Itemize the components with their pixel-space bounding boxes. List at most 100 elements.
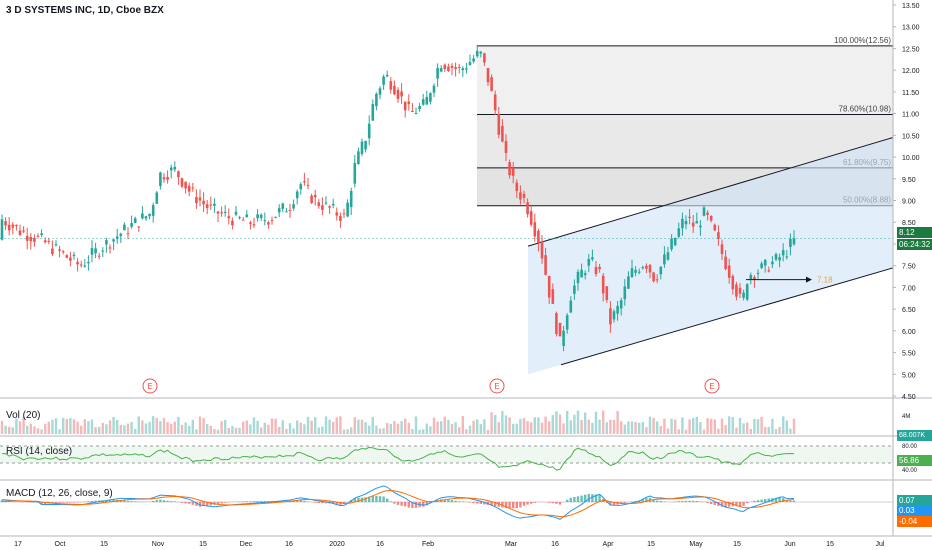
macd-histogram-bar (519, 502, 522, 508)
volume-bar (112, 416, 115, 434)
volume-bar (263, 422, 266, 434)
volume-bar (123, 425, 126, 434)
macd-histogram-bar (162, 500, 166, 502)
candle-body (547, 275, 551, 298)
candle-body (612, 311, 616, 320)
volume-bar (260, 427, 263, 434)
candle-body (479, 51, 483, 54)
macd-histogram-bar (699, 501, 702, 502)
time-tick-label: Dec (240, 541, 253, 548)
candle-body (573, 285, 576, 294)
volume-bar (587, 419, 590, 434)
rsi-axis-label: 80.00 (902, 444, 918, 450)
volume-bar (515, 423, 518, 434)
volume-bar (119, 425, 122, 434)
price-tick-label: 12.50 (902, 46, 920, 53)
volume-bar (461, 416, 464, 434)
macd-histogram-bar (184, 502, 187, 504)
candle-body (511, 167, 515, 176)
volume-bar (324, 416, 328, 434)
volume-bar (339, 416, 342, 434)
volume-bar (26, 425, 29, 434)
candle-body (619, 300, 623, 309)
volume-bar (141, 420, 144, 434)
volume-bar (767, 426, 770, 434)
candle-body (342, 213, 346, 215)
time-tick-label: Nov (152, 541, 165, 548)
candle-body (72, 254, 76, 256)
candle-body (331, 204, 335, 206)
time-tick-label: Jul (876, 541, 885, 548)
candle-body (493, 94, 497, 111)
volume-bar (159, 421, 162, 434)
candle-body (605, 286, 609, 301)
volume-bar (573, 414, 576, 434)
candle-body (270, 220, 274, 222)
macd-histogram-bar (256, 501, 259, 502)
macd-label: MACD (12, 26, close, 9) (6, 488, 113, 499)
volume-bar (627, 421, 630, 434)
macd-histogram-bar (382, 496, 385, 502)
macd-histogram-bar (371, 496, 374, 502)
candle-body (79, 264, 83, 266)
volume-bar (83, 419, 86, 434)
candle-body (688, 216, 691, 219)
macd-histogram-bar (630, 501, 634, 502)
candle-body (317, 202, 321, 207)
macd-histogram-bar (242, 501, 245, 502)
volume-bar (375, 425, 378, 434)
candle-body (785, 256, 789, 258)
candle-body (447, 66, 450, 72)
candle-body (382, 76, 385, 85)
volume-bar (173, 421, 176, 434)
volume-bar (720, 418, 724, 434)
macd-histogram-bar (404, 502, 407, 507)
volume-bar (220, 421, 223, 434)
macd-histogram-bar (422, 502, 425, 507)
macd-histogram-bar (134, 501, 137, 502)
volume-bar (364, 422, 367, 434)
volume-bar (231, 425, 234, 434)
candle-body (537, 230, 540, 244)
volume-bar (288, 423, 292, 434)
candle-body (69, 257, 72, 261)
macd-histogram-bar (706, 502, 709, 503)
volume-bar (184, 422, 187, 434)
volume-bar (677, 429, 680, 434)
volume-bar (267, 424, 270, 434)
volume-bar (436, 421, 439, 434)
macd-histogram-bar (396, 502, 400, 505)
volume-bar (681, 417, 684, 434)
macd-histogram-bar (414, 502, 418, 508)
macd-histogram-bar (155, 500, 158, 502)
candle-body (349, 191, 353, 208)
time-tick-label: 2020 (329, 541, 345, 548)
candle-body (310, 195, 313, 203)
rsi-label: RSI (14, close) (6, 446, 73, 457)
macd-histogram-bar (580, 495, 583, 502)
candle-body (742, 292, 745, 298)
volume-bar (605, 422, 608, 434)
candle-body (303, 181, 306, 183)
volume-bar (299, 422, 302, 434)
candle-body (666, 252, 670, 260)
volume-bar (195, 429, 198, 434)
volume-bar (152, 416, 155, 434)
candle-body (475, 50, 479, 57)
candle-body (465, 68, 468, 70)
volume-bar (695, 416, 698, 434)
volume-bar (450, 424, 454, 434)
candle-body (295, 191, 299, 199)
volume-bar (360, 419, 364, 434)
macd-histogram-bar (191, 502, 194, 505)
volume-bar (371, 416, 374, 434)
candle-body (670, 238, 673, 250)
volume-bar (623, 424, 626, 434)
candle-body (400, 91, 403, 97)
volume-bar (508, 417, 511, 434)
volume-bar (659, 426, 662, 434)
volume-bar (209, 425, 212, 434)
macd-histogram-bar (87, 501, 90, 502)
volume-bar (652, 417, 655, 434)
candle-body (378, 88, 382, 95)
